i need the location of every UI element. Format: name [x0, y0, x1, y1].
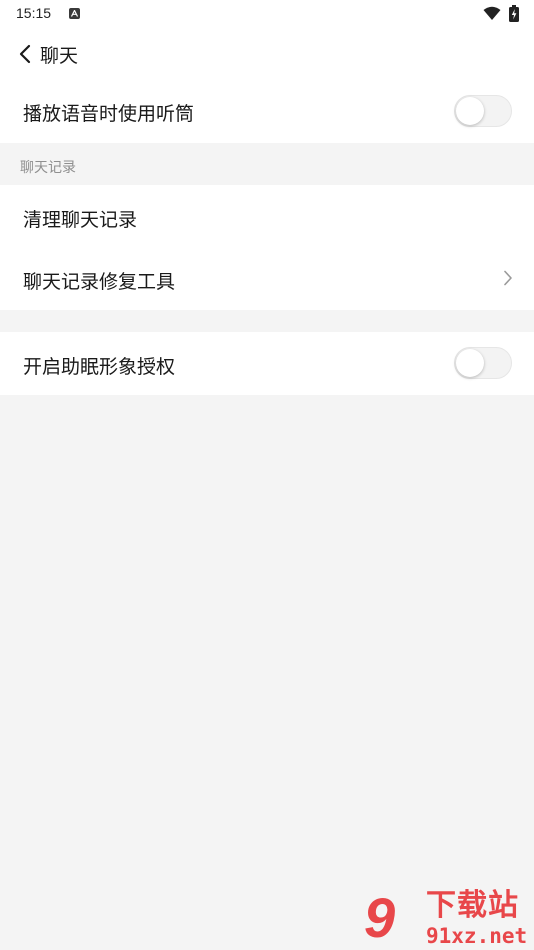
- repair-tool-row[interactable]: 聊天记录修复工具: [0, 248, 534, 310]
- chevron-right-icon: [504, 270, 512, 286]
- toggle-knob: [456, 97, 484, 125]
- a-notification-icon: [69, 8, 80, 19]
- watermark-domain: 91xz.net: [426, 924, 528, 948]
- section-label: 聊天记录: [20, 160, 76, 176]
- voice-earpiece-toggle[interactable]: [454, 95, 512, 127]
- page-title: 聊天: [40, 45, 79, 67]
- watermark-logo: 9: [364, 886, 396, 949]
- watermark: 9 下载站 91xz.net: [360, 886, 534, 950]
- voice-earpiece-label: 播放语音时使用听筒: [23, 103, 195, 125]
- header: 聊天: [0, 28, 534, 80]
- clear-history-label: 清理聊天记录: [23, 209, 138, 231]
- clear-history-row[interactable]: 清理聊天记录: [0, 185, 534, 248]
- chevron-left-icon[interactable]: [18, 44, 32, 64]
- section-header-chat-history: 聊天记录: [0, 143, 534, 185]
- status-time: 15:15: [16, 5, 52, 21]
- battery-charging-icon: [509, 5, 519, 22]
- repair-tool-label: 聊天记录修复工具: [23, 271, 176, 293]
- sleep-avatar-toggle[interactable]: [454, 347, 512, 379]
- status-bar: 15:15: [0, 0, 534, 28]
- voice-earpiece-row[interactable]: 播放语音时使用听筒: [0, 80, 534, 143]
- toggle-knob: [456, 349, 484, 377]
- watermark-site-name: 下载站: [426, 888, 519, 923]
- sleep-avatar-row[interactable]: 开启助眠形象授权: [0, 332, 534, 395]
- sleep-avatar-label: 开启助眠形象授权: [23, 356, 176, 378]
- wifi-icon: [483, 6, 501, 20]
- screen: 15:15 聊天 播放语音时使用听筒 聊天记录 清理聊天记录 聊天记录修复工具: [0, 0, 534, 950]
